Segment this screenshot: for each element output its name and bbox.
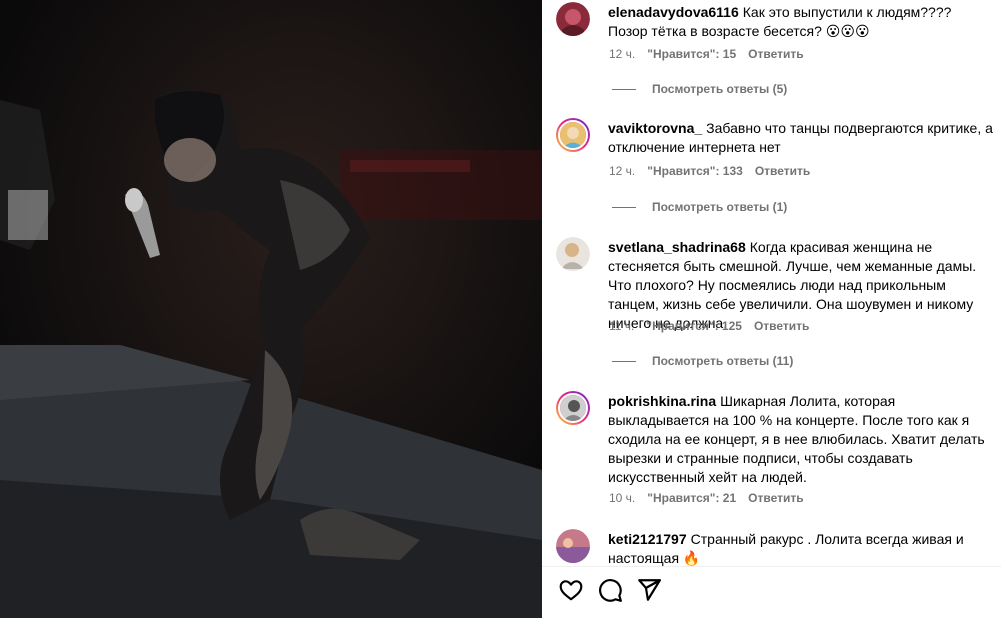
comment-username[interactable]: pokrishkina.rina (608, 393, 716, 409)
comment-text: vaviktorovna_ Забавно что танцы подвергаю… (608, 119, 994, 157)
view-replies-label: Посмотреть ответы (5) (652, 82, 788, 96)
comments-list[interactable]: elenadavydova6116 Как это выпустили к люд… (542, 0, 1001, 566)
avatar[interactable] (556, 529, 590, 563)
view-replies-button[interactable]: Посмотреть ответы (11) (612, 354, 793, 368)
avatar[interactable] (556, 391, 590, 425)
comment-meta: 12 ч. "Нравится": 15 Ответить (609, 47, 816, 61)
comment-username[interactable]: elenadavydova6116 (608, 4, 739, 20)
comment-meta: 12 ч. "Нравится": 133 Ответить (609, 164, 822, 178)
view-replies-label: Посмотреть ответы (11) (652, 354, 794, 368)
view-replies-label: Посмотреть ответы (1) (652, 200, 788, 214)
view-replies-button[interactable]: Посмотреть ответы (5) (612, 82, 787, 96)
replies-divider (612, 207, 636, 209)
action-bar (542, 566, 1001, 618)
video-player[interactable] (0, 0, 542, 618)
comment-meta: 10 ч. "Нравится": 21 Ответить (609, 491, 816, 505)
avatar[interactable] (556, 118, 590, 152)
replies-divider (612, 361, 636, 363)
comment-text: keti2121797 Странный ракурс . Лолита всег… (608, 530, 994, 566)
comment-time[interactable]: 12 ч. (609, 47, 635, 61)
comment-text: pokrishkina.rina Шикарная Лолита, которая… (608, 392, 994, 487)
comment-username[interactable]: vaviktorovna_ (608, 120, 702, 136)
comment-likes[interactable]: "Нравится": 15 (647, 47, 736, 61)
replies-divider (612, 89, 636, 91)
comment-likes[interactable]: "Нравится": 21 (647, 491, 736, 505)
comment-username[interactable]: keti2121797 (608, 531, 687, 547)
comment-time[interactable]: 12 ч. (609, 164, 635, 178)
reply-button[interactable]: Ответить (754, 319, 809, 333)
comment-likes[interactable]: "Нравится": 125 (646, 319, 742, 333)
comment-likes[interactable]: "Нравится": 133 (647, 164, 743, 178)
share-icon[interactable] (636, 577, 662, 603)
view-replies-button[interactable]: Посмотреть ответы (1) (612, 200, 787, 214)
comment-meta: 11 ч. "Нравится": 125 Ответить (609, 319, 821, 333)
comment-username[interactable]: svetlana_shadrina68 (608, 239, 746, 255)
heart-icon[interactable] (558, 577, 584, 603)
comment-time[interactable]: 10 ч. (609, 491, 635, 505)
reply-button[interactable]: Ответить (755, 164, 810, 178)
video-frame-image (0, 0, 542, 618)
comment-text: elenadavydova6116 Как это выпустили к люд… (608, 3, 994, 41)
avatar[interactable] (556, 237, 590, 271)
avatar[interactable] (556, 2, 590, 36)
comment-time[interactable]: 11 ч. (609, 319, 634, 333)
comments-panel: elenadavydova6116 Как это выпустили к люд… (542, 0, 1001, 618)
reply-button[interactable]: Ответить (748, 491, 803, 505)
comment-icon[interactable] (597, 577, 623, 603)
reply-button[interactable]: Ответить (748, 47, 803, 61)
